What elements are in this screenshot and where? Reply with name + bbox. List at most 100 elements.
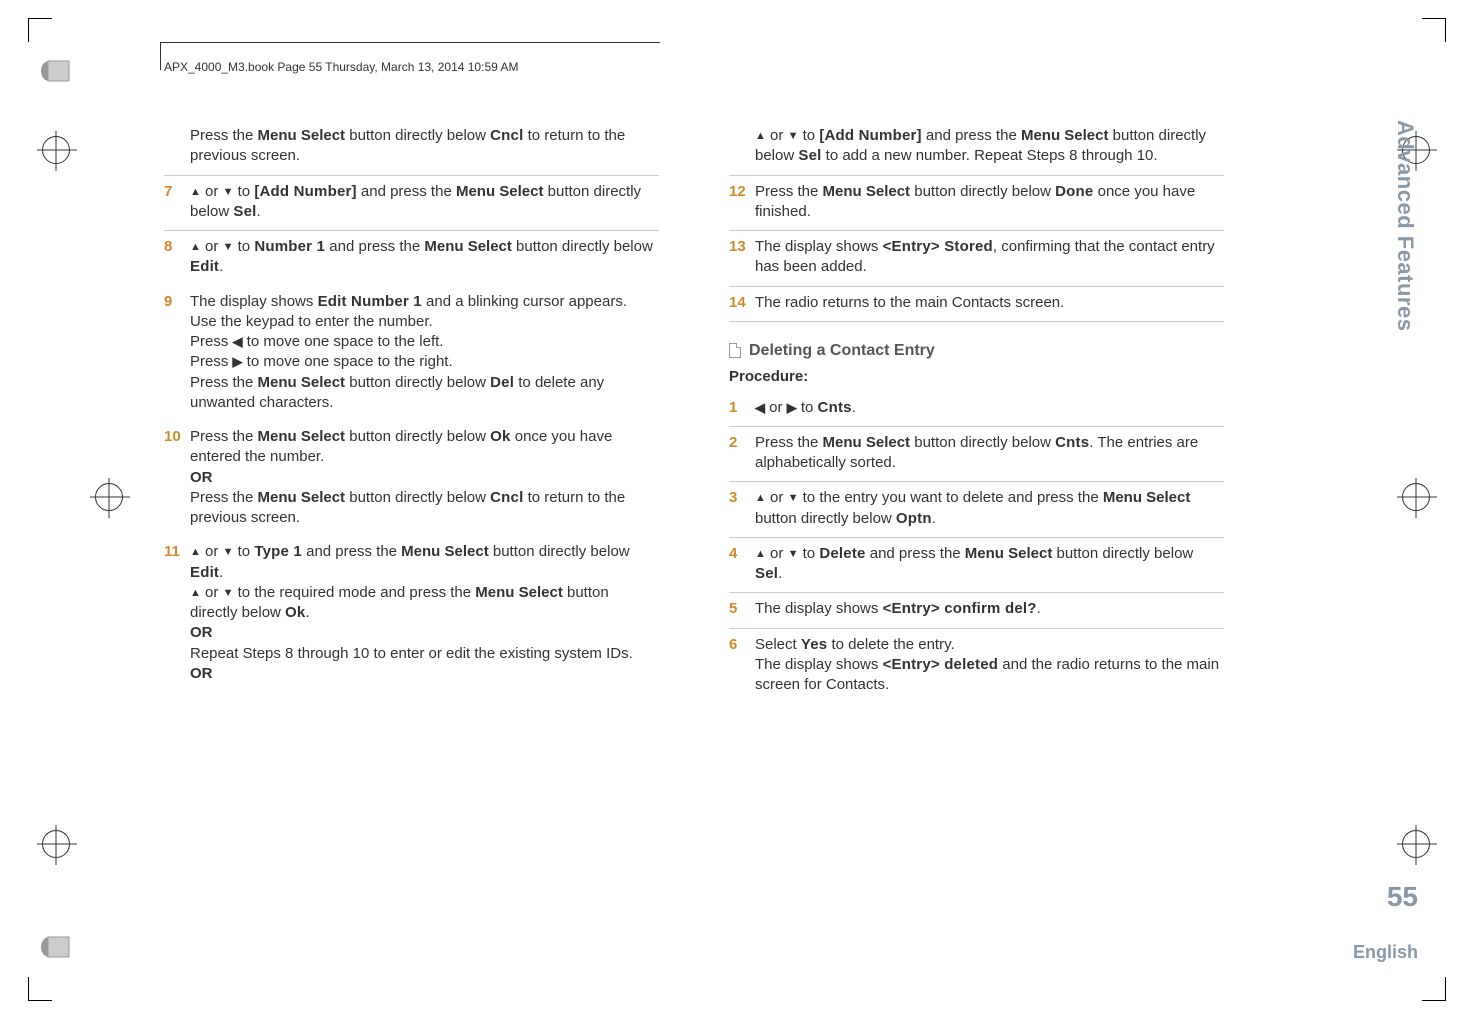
text: The radio returns to the main Contacts s… [755,293,1224,313]
text: and press the [302,543,401,560]
step-12: 12 Press the Menu Select button directly… [729,176,1224,232]
step-7: 7 ▲ or ▼ to [Add Number] and press the M… [164,176,659,232]
step-8: 8 ▲ or ▼ to Number 1 and press the Menu … [164,231,659,286]
menu-select-label: Menu Select [258,489,346,506]
sel-label: Sel [233,203,256,220]
right-arrow-icon: ▶ [787,400,797,415]
text: . [932,510,936,527]
optn-label: Optn [896,510,932,527]
text: . [1037,600,1041,617]
text: Repeat Steps 8 through 10 to enter or ed… [190,644,659,664]
down-icon: ▼ [788,129,799,144]
step-number: 11 [164,542,190,684]
text: button directly below [345,428,490,445]
or-label: OR [190,664,659,684]
text: Press the [755,183,823,200]
delete-step-1: 1 ◀ or ▶ to Cnts. [729,392,1224,427]
edit-number1-label: Edit Number 1 [318,293,422,310]
text: button directly below [345,374,490,391]
down-icon: ▼ [223,240,234,255]
left-column: Press the Menu Select button directly be… [164,120,659,703]
menu-select-label: Menu Select [258,374,346,391]
right-arrow-icon: ▶ [233,354,243,369]
edit-label: Edit [190,564,219,581]
text: The display shows [755,238,883,255]
text: to the required mode and press the [233,584,475,601]
crop-mark [1422,18,1446,42]
text: Press [190,353,233,370]
text: to [233,183,254,200]
edit-label: Edit [190,258,219,275]
text: . [778,565,782,582]
up-icon: ▲ [755,129,766,144]
entry-deleted-label: <Entry> deleted [883,656,999,673]
text: . [219,564,223,581]
text: or [201,183,223,200]
step-13: 13 The display shows <Entry> Stored, con… [729,231,1224,287]
binder-icon [40,936,70,958]
entry-stored-label: <Entry> Stored [883,238,993,255]
cncl-label: Cncl [490,127,523,144]
up-icon: ▲ [190,586,201,601]
page-header: APX_4000_M3.book Page 55 Thursday, March… [164,60,518,74]
text: or [201,238,223,255]
text: and press the [922,127,1021,144]
delete-step-2: 2 Press the Menu Select button directly … [729,427,1224,483]
text: Press the [190,489,258,506]
menu-select-label: Menu Select [424,238,512,255]
step-number: 14 [729,293,755,313]
sel-label: Sel [755,565,778,582]
text: Use the keypad to enter the number. [190,312,659,332]
entry-confirm-del-label: <Entry> confirm del? [883,600,1037,617]
or-label: OR [190,468,659,488]
done-label: Done [1055,183,1093,200]
text: to [797,399,818,416]
text: The display shows [190,293,318,310]
step-11-continuation: ▲ or ▼ to [Add Number] and press the Men… [729,120,1224,176]
menu-select-label: Menu Select [823,183,911,200]
add-number-label: [Add Number] [254,183,356,200]
right-column: ▲ or ▼ to [Add Number] and press the Men… [729,120,1224,703]
text: to [798,127,819,144]
menu-select-label: Menu Select [1103,489,1191,506]
text: or [766,489,788,506]
text: Select [755,636,801,653]
menu-select-label: Menu Select [258,127,346,144]
up-icon: ▲ [190,185,201,200]
delete-step-6: 6 Select Yes to delete the entry. The di… [729,629,1224,704]
text: button directly below [489,543,630,560]
step-number: 7 [164,182,190,223]
crop-mark [28,977,52,1001]
down-icon: ▼ [788,491,799,506]
binder-icon [40,60,70,82]
text: Press the [190,428,258,445]
down-icon: ▼ [223,185,234,200]
down-icon: ▼ [223,586,234,601]
text: to [798,545,819,562]
delete-step-5: 5 The display shows <Entry> confirm del?… [729,593,1224,628]
yes-label: Yes [801,636,827,653]
or-label: OR [190,623,659,643]
menu-select-label: Menu Select [401,543,489,560]
cnts-label: Cnts [818,399,852,416]
up-icon: ▲ [190,240,201,255]
step-11: 11 ▲ or ▼ to Type 1 and press the Menu S… [164,536,659,692]
text: and a blinking cursor appears. [422,293,627,310]
sel-label: Sel [798,147,821,164]
step-number: 5 [729,599,755,619]
step-10: 10 Press the Menu Select button directly… [164,421,659,536]
text: . [305,604,309,621]
text: The display shows [755,600,883,617]
menu-select-label: Menu Select [475,584,563,601]
step-number: 2 [729,433,755,474]
number1-label: Number 1 [254,238,325,255]
text: to [233,543,254,560]
up-icon: ▲ [190,545,201,560]
text: to delete the entry. [827,636,954,653]
text: to the entry you want to delete and pres… [798,489,1102,506]
text: or [766,127,788,144]
step-number: 10 [164,427,190,528]
step-number: 12 [729,182,755,223]
add-number-label: [Add Number] [819,127,921,144]
registration-mark-icon [95,483,123,511]
